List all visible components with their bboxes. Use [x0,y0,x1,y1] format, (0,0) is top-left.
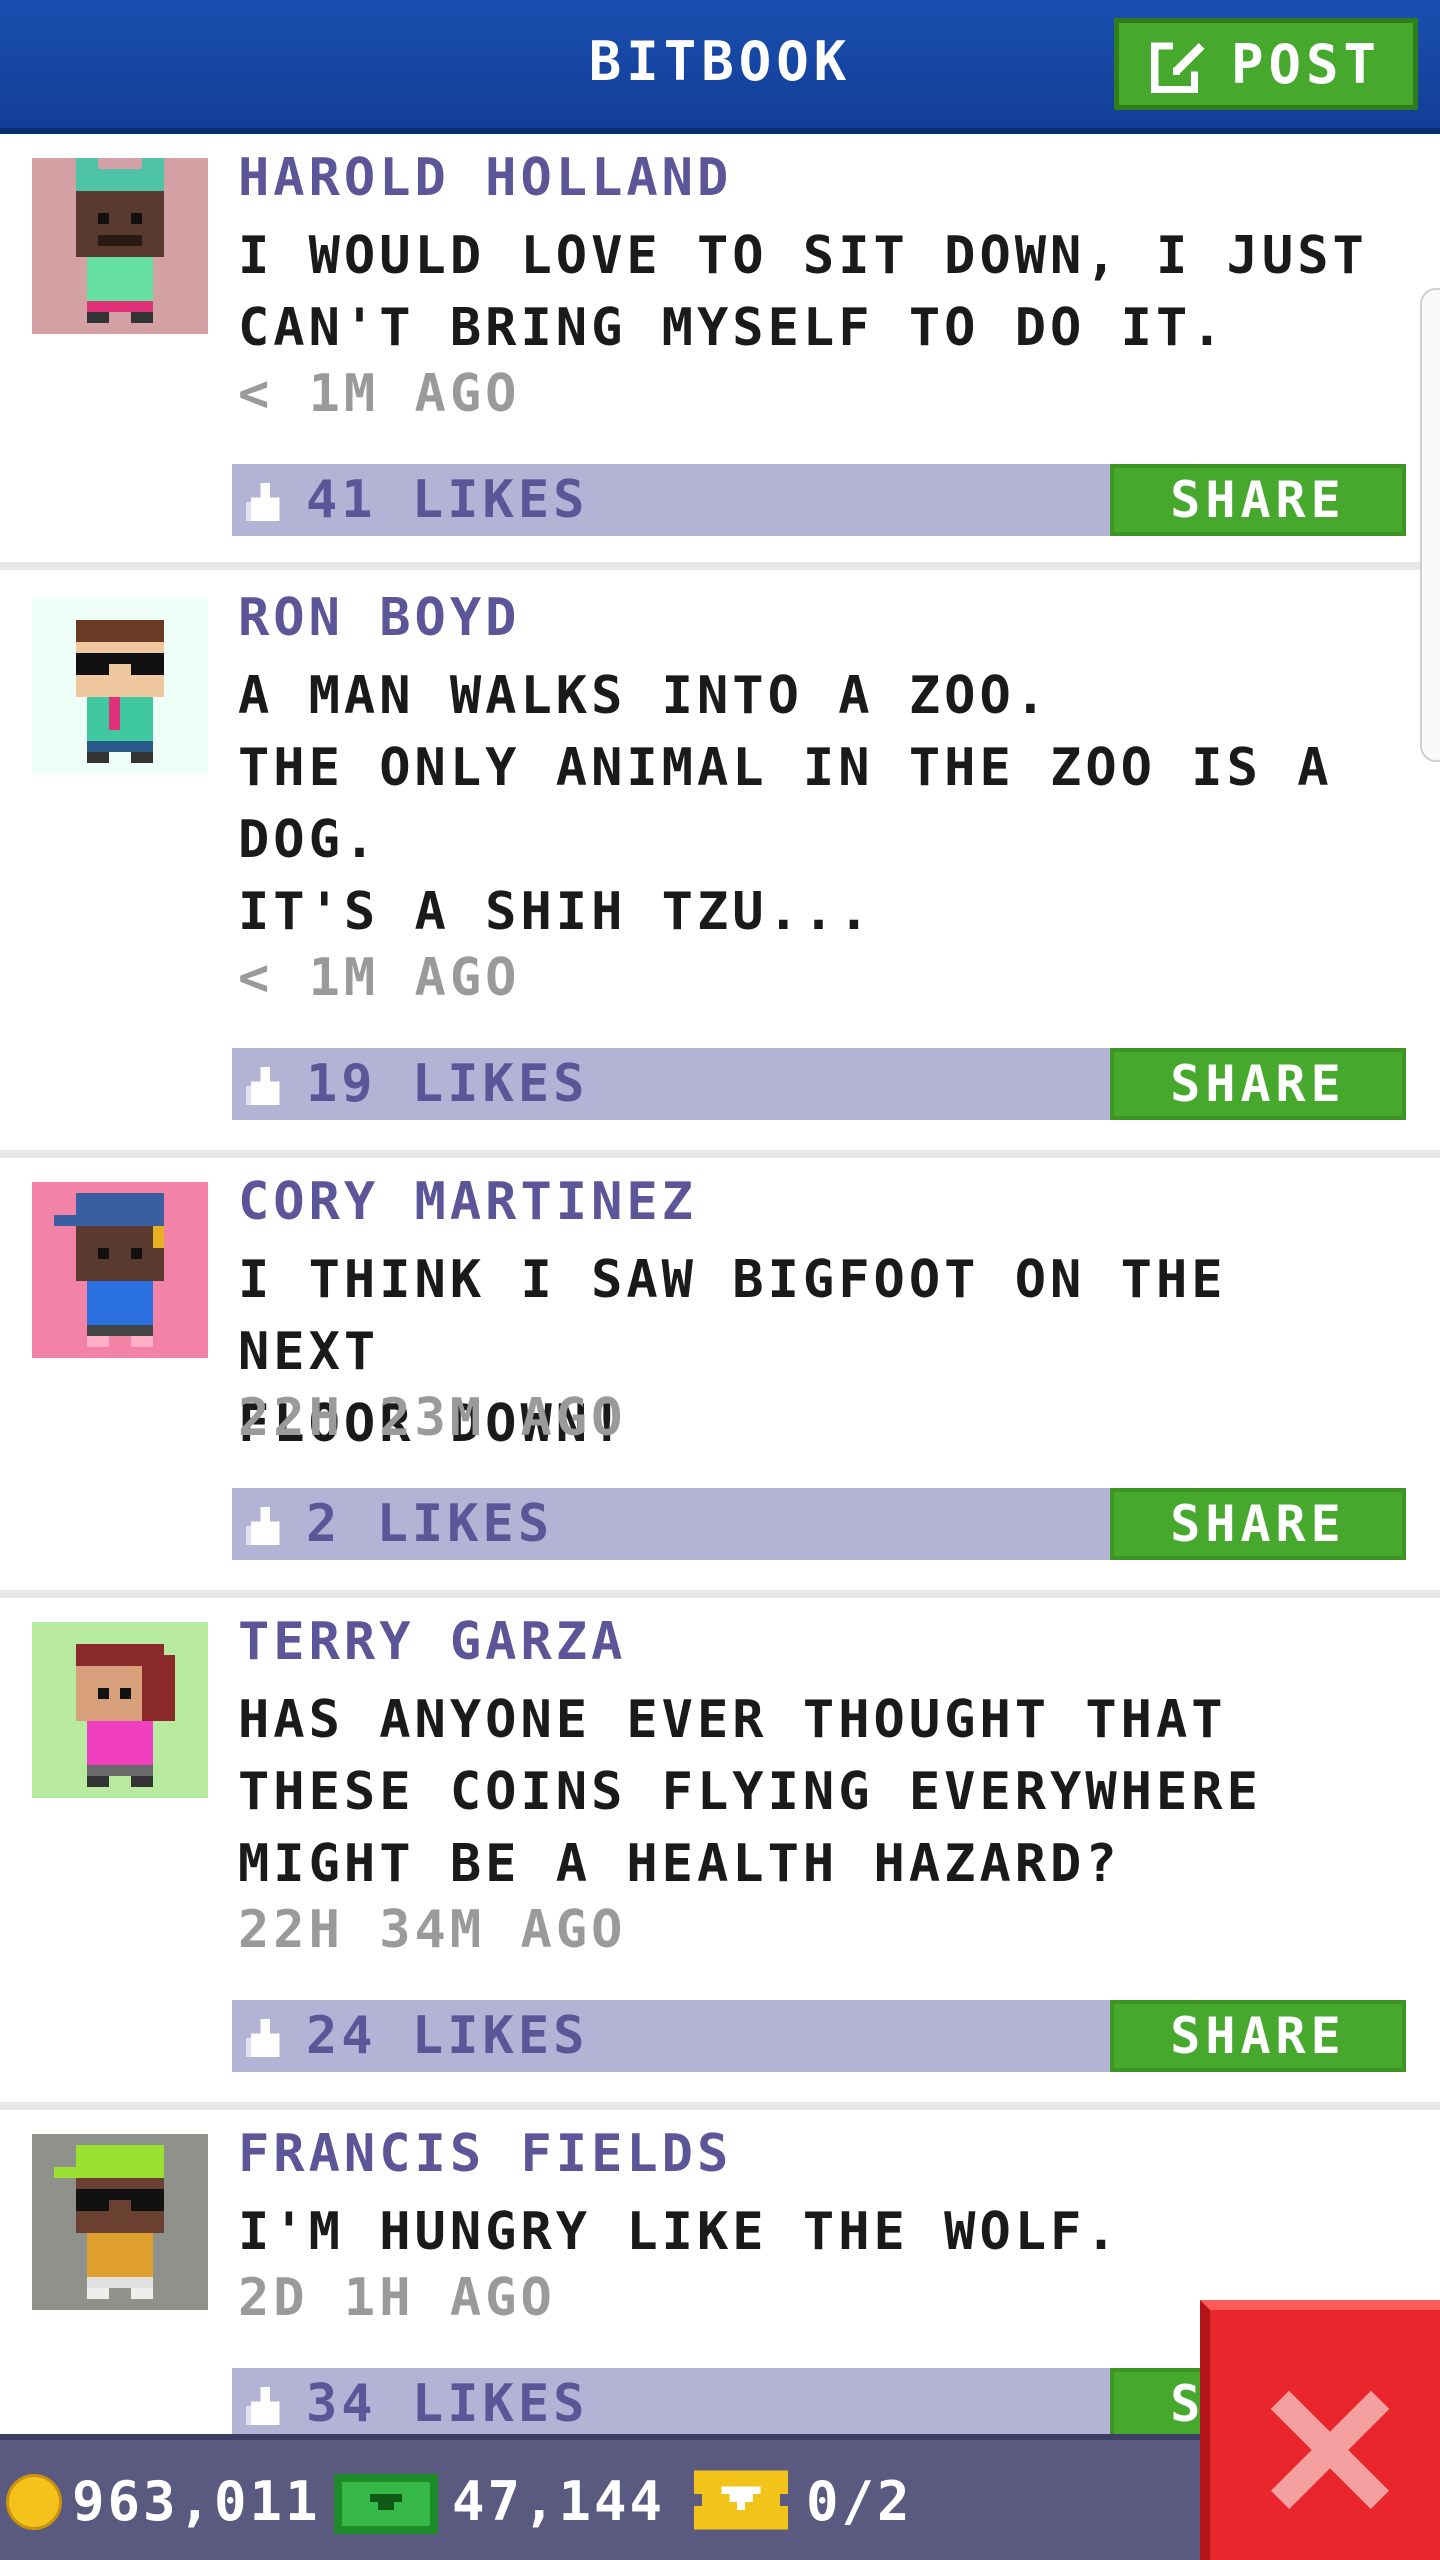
thumbs-up-icon[interactable] [246,1506,284,1546]
feed-post: CORY MARTINEZ I THINK I SAW BIGFOOT ON T… [0,1158,1440,1598]
post-text: HAS ANYONE EVER THOUGHT THAT THESE COINS… [238,1690,1262,1894]
post-author[interactable]: HAROLD HOLLAND [238,148,732,208]
post-time: < 1M AGO [238,364,521,424]
feed-post: RON BOYD A MAN WALKS INTO A ZOO. THE ONL… [0,574,1440,1158]
share-button[interactable]: SHARE [1110,464,1406,536]
avatar [32,598,208,774]
share-button[interactable]: SHARE [1110,1048,1406,1120]
share-button[interactable]: SHARE [1110,2000,1406,2072]
close-button[interactable] [1200,2300,1440,2560]
avatar [32,1182,208,1358]
share-button[interactable]: SHARE [1110,1488,1406,1560]
likes-count: 34 LIKES [306,2374,589,2434]
likes-bar: 2 LIKES SHARE [232,1488,1406,1560]
tickets-count: 0/2 [806,2470,913,2533]
post-time: 22H 23M AGO [238,1388,627,1448]
thumbs-up-icon[interactable] [246,2018,284,2058]
likes-count: 24 LIKES [306,2006,589,2066]
post-time: 22H 34M AGO [238,1900,627,1960]
thumbs-up-icon[interactable] [246,2386,284,2426]
ticket-icon [694,2470,788,2530]
post-author[interactable]: FRANCIS FIELDS [238,2124,732,2184]
post-author[interactable]: TERRY GARZA [238,1612,626,1672]
post-text: I'M HUNGRY LIKE THE WOLF. [238,2202,1121,2262]
header-bar: BITBOOK POST [0,0,1440,134]
post-button-label: POST [1230,32,1382,96]
avatar [32,2134,208,2310]
feed-post: HAROLD HOLLAND I WOULD LOVE TO SIT DOWN,… [0,134,1440,570]
likes-count: 2 LIKES [306,1494,554,1554]
post-time: < 1M AGO [238,948,521,1008]
thumbs-up-icon[interactable] [246,482,284,522]
close-icon [1270,2390,1390,2510]
likes-count: 19 LIKES [306,1054,589,1114]
likes-bar: 41 LIKES SHARE [232,464,1406,536]
likes-bar: 19 LIKES SHARE [232,1048,1406,1120]
post-text: I WOULD LOVE TO SIT DOWN, I JUST CAN'T B… [238,226,1368,358]
feed-post: TERRY GARZA HAS ANYONE EVER THOUGHT THAT… [0,1598,1440,2110]
bux-count: 47,144 [452,2470,666,2533]
avatar [32,1622,208,1798]
coin-icon [6,2474,62,2530]
scrollbar[interactable] [1420,288,1440,762]
post-button[interactable]: POST [1114,18,1418,110]
post-text: A MAN WALKS INTO A ZOO. THE ONLY ANIMAL … [238,666,1333,942]
bux-icon [334,2474,438,2534]
post-time: 2D 1H AGO [238,2268,556,2328]
avatar [32,158,208,334]
thumbs-up-icon[interactable] [246,1066,284,1106]
likes-bar: 24 LIKES SHARE [232,2000,1406,2072]
likes-count: 41 LIKES [306,470,589,530]
coins-count: 963,011 [72,2470,321,2533]
post-author[interactable]: RON BOYD [238,588,520,648]
post-author[interactable]: CORY MARTINEZ [238,1172,697,1232]
edit-icon [1150,38,1206,93]
